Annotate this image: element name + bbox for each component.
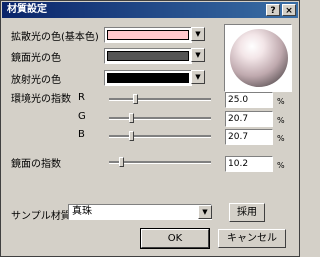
diffuse-color-fill <box>107 30 189 40</box>
ambient-g-label: G <box>78 111 86 122</box>
diffuse-color-swatch[interactable] <box>104 27 192 43</box>
close-button[interactable]: × <box>282 4 296 16</box>
ok-button[interactable]: OK <box>140 228 210 249</box>
ambient-b-input[interactable]: 20.7 <box>225 129 273 145</box>
title-bar: 材質設定 ? × <box>2 2 298 18</box>
ambient-label: 環境光の指数 <box>11 94 71 105</box>
sample-material-label: サンプル材質 <box>11 211 71 222</box>
ambient-r-label: R <box>78 92 85 103</box>
specular-color-label: 鏡面光の色 <box>11 53 61 64</box>
ambient-b-slider[interactable] <box>109 131 211 141</box>
specular-exponent-slider-thumb[interactable] <box>119 157 124 167</box>
ambient-r-input[interactable]: 25.0 <box>225 92 273 108</box>
window-title: 材質設定 <box>7 4 47 15</box>
ambient-b-unit: % <box>277 134 285 143</box>
material-settings-dialog: 材質設定 ? × 拡散光の色(基本色) ▼ 鏡面光の色 ▼ 放射光の色 ▼ 環境… <box>0 0 300 257</box>
emissive-color-swatch[interactable] <box>104 70 192 86</box>
ambient-g-unit: % <box>277 116 285 125</box>
preview-sphere <box>230 29 288 87</box>
emissive-color-label: 放射光の色 <box>11 75 61 86</box>
sample-material-dropdown[interactable]: ▼ <box>198 205 212 219</box>
cancel-button[interactable]: キャンセル <box>218 229 286 248</box>
specular-color-dropdown[interactable]: ▼ <box>191 48 205 62</box>
specular-exponent-input[interactable]: 10.2 <box>225 156 273 172</box>
specular-exponent-label: 鏡面の指数 <box>11 159 61 170</box>
emissive-color-dropdown[interactable]: ▼ <box>191 70 205 84</box>
specular-exponent-slider[interactable] <box>109 157 211 167</box>
ambient-g-slider-thumb[interactable] <box>129 113 134 123</box>
ambient-r-slider[interactable] <box>109 94 211 104</box>
sample-material-select[interactable]: 真珠 <box>68 204 212 220</box>
diffuse-color-dropdown[interactable]: ▼ <box>191 27 205 41</box>
ambient-b-label: B <box>78 129 85 140</box>
ambient-r-slider-thumb[interactable] <box>133 94 138 104</box>
ambient-b-slider-thumb[interactable] <box>129 131 134 141</box>
ambient-g-input[interactable]: 20.7 <box>225 111 273 127</box>
material-preview <box>224 24 292 92</box>
specular-color-fill <box>107 51 189 61</box>
ambient-g-slider[interactable] <box>109 113 211 123</box>
diffuse-color-label: 拡散光の色(基本色) <box>11 32 99 43</box>
apply-sample-button[interactable]: 採用 <box>229 203 265 222</box>
help-button[interactable]: ? <box>266 4 280 16</box>
ambient-r-unit: % <box>277 97 285 106</box>
emissive-color-fill <box>107 73 189 83</box>
sample-material-value: 真珠 <box>72 206 92 217</box>
specular-exponent-unit: % <box>277 161 285 170</box>
specular-color-swatch[interactable] <box>104 48 192 64</box>
